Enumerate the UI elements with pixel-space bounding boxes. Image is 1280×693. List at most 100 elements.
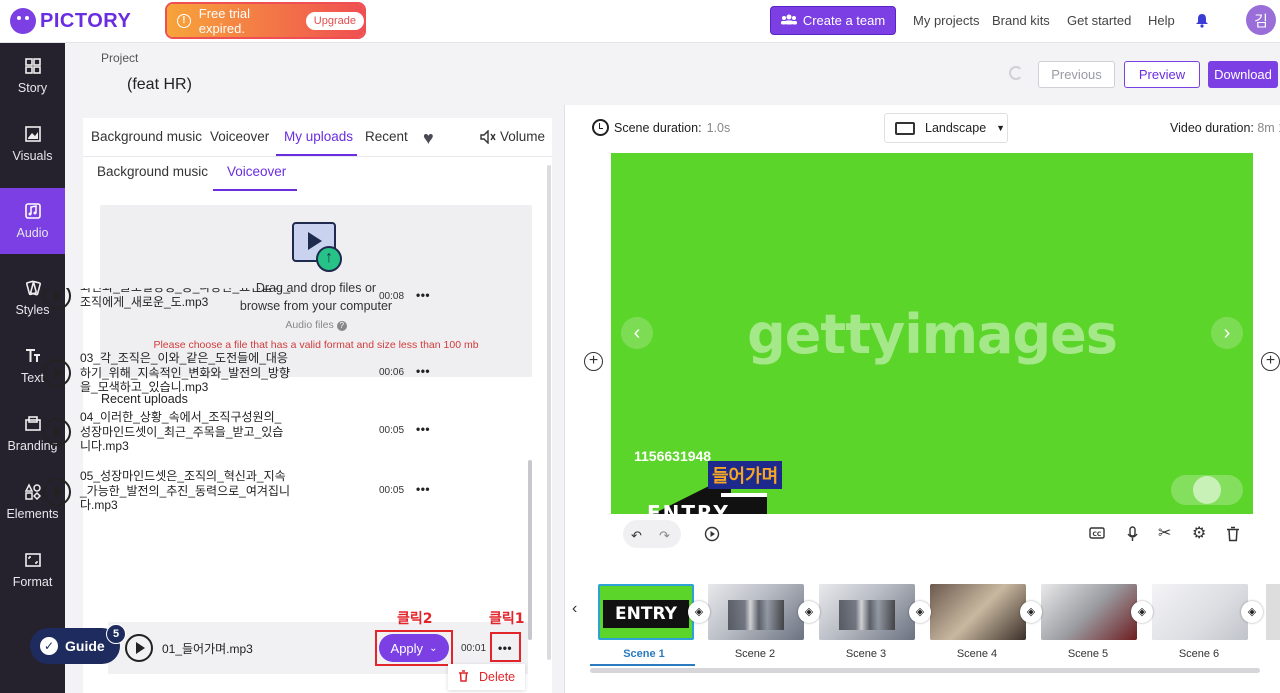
add-scene-before-icon[interactable]: + [584, 352, 603, 371]
sidebar-item-label: Story [17, 81, 48, 95]
layers-icon[interactable]: ◈ [688, 601, 710, 623]
trash-icon[interactable] [1226, 526, 1240, 546]
delete-menu-item[interactable]: Delete [448, 664, 525, 690]
more-options-icon[interactable]: ••• [416, 422, 430, 436]
preview-button[interactable]: Preview [1124, 61, 1200, 88]
next-scene-arrow-icon[interactable]: › [1211, 317, 1243, 349]
play-icon[interactable] [43, 359, 71, 387]
speaker-icon [480, 129, 496, 144]
scene-duration: Scene duration: 1.0s [592, 119, 730, 136]
favorites-heart-icon[interactable]: ♥ [423, 128, 434, 149]
tab-background-music[interactable]: Background music [91, 129, 202, 144]
sidebar-item-story[interactable]: Story [0, 43, 65, 109]
layers-icon[interactable]: ◈ [1241, 601, 1263, 623]
scene-thumb-4[interactable] [930, 584, 1026, 640]
layers-icon[interactable]: ◈ [909, 601, 931, 623]
octopus-logo-icon [10, 8, 36, 34]
play-icon[interactable] [43, 288, 71, 310]
create-team-button[interactable]: Create a team [770, 6, 896, 35]
pictory-logo[interactable]: PICTORY [10, 6, 131, 36]
active-tab-indicator [276, 154, 357, 156]
bell-icon[interactable] [1195, 13, 1209, 28]
upload-duration: 00:01 [461, 643, 487, 654]
mic-icon[interactable] [1193, 476, 1221, 504]
play-icon[interactable] [43, 418, 71, 446]
upload-duration: 00:06 [379, 367, 405, 378]
nav-help[interactable]: Help [1148, 13, 1175, 28]
layers-icon[interactable]: ◈ [1131, 601, 1153, 623]
nav-get-started[interactable]: Get started [1067, 13, 1131, 28]
scene-label-6[interactable]: Scene 6 [1151, 648, 1247, 660]
scene-thumb-6[interactable] [1152, 584, 1248, 640]
more-options-icon[interactable]: ••• [416, 364, 430, 378]
audio-icon [24, 203, 41, 219]
scene-preview-canvas[interactable]: gettyimages ‹ › 1156631948 ENTRY 들어가며 [611, 153, 1253, 514]
orientation-select[interactable]: Landscape ▼ [884, 113, 1008, 143]
download-button[interactable]: Download [1208, 61, 1278, 88]
nav-my-projects[interactable]: My projects [913, 13, 979, 28]
layers-icon[interactable]: ◈ [798, 601, 820, 623]
scene-duration-label: Scene duration: [614, 120, 702, 135]
active-scene-indicator [590, 664, 695, 666]
previous-button[interactable]: Previous [1038, 61, 1115, 88]
play-icon[interactable] [43, 478, 71, 506]
layers-icon[interactable]: ◈ [1020, 601, 1042, 623]
tab-my-uploads[interactable]: My uploads [284, 129, 353, 144]
orientation-value: Landscape [925, 121, 987, 135]
upload-name: 01_들어가며.mp3 [162, 642, 253, 656]
more-options-icon[interactable]: ••• [416, 288, 430, 302]
scissors-icon[interactable]: ✂ [1158, 526, 1171, 542]
captions-cc-icon[interactable]: CC [1089, 526, 1105, 544]
create-team-label: Create a team [802, 13, 886, 28]
more-options-icon[interactable]: ••• [416, 482, 430, 496]
annotation-box-click2 [375, 630, 453, 666]
entry-text: ENTRY [647, 501, 730, 514]
subtab-background-music[interactable]: Background music [97, 164, 208, 179]
scene-duration-value[interactable]: 1.0s [707, 121, 731, 135]
scene-thumb-3[interactable] [819, 584, 915, 640]
scene-label-3[interactable]: Scene 3 [818, 648, 914, 660]
scene-thumb-1[interactable]: ENTRY [598, 584, 694, 640]
timeline-left-arrow-icon[interactable]: ‹ [572, 600, 577, 618]
play-circle-icon[interactable] [704, 526, 720, 546]
scene-thumb-2[interactable] [708, 584, 804, 640]
uploads-list: 회변화_글로벌경쟁_등_다양한_요인들이_조직에게_새로운_도.mp3 00:0… [25, 288, 445, 575]
gear-icon[interactable]: ⚙ [1192, 526, 1206, 542]
panel-scrollbar[interactable] [547, 165, 551, 660]
landscape-icon [895, 121, 915, 135]
voice-settings-icon[interactable] [1125, 526, 1141, 546]
list-item: 05_성장마인드셋은_조직의_혁신과_지속_가능한_발전의_추진_동력으로_여겨… [25, 443, 445, 512]
redo-icon[interactable]: ↷ [659, 528, 670, 544]
play-icon[interactable] [125, 634, 153, 662]
sidebar-item-label: Format [12, 575, 53, 589]
scene-thumb-7-partial[interactable] [1266, 584, 1280, 640]
checkmark-icon: ✓ [40, 637, 58, 655]
scene-label-4[interactable]: Scene 4 [929, 648, 1025, 660]
project-title[interactable]: (feat HR) [127, 76, 192, 94]
timeline-scrollbar[interactable] [590, 668, 1260, 673]
undo-icon[interactable]: ↶ [631, 528, 642, 544]
upgrade-button[interactable]: Upgrade [305, 11, 364, 30]
add-scene-after-icon[interactable]: + [1261, 352, 1280, 371]
tab-voiceover[interactable]: Voiceover [210, 129, 269, 144]
scene-thumb-5[interactable] [1041, 584, 1137, 640]
scene-label-5[interactable]: Scene 5 [1040, 648, 1136, 660]
scene-label-1[interactable]: Scene 1 [596, 648, 692, 660]
trial-text: Free trial expired. [198, 5, 251, 36]
prev-scene-arrow-icon[interactable]: ‹ [621, 317, 653, 349]
user-avatar[interactable]: 김 [1246, 5, 1276, 35]
delete-label: Delete [479, 670, 516, 684]
list-scrollbar[interactable] [528, 460, 532, 640]
video-upload-icon: ↑ [292, 222, 342, 272]
scene-label-2[interactable]: Scene 2 [707, 648, 803, 660]
tab-recent[interactable]: Recent [365, 129, 408, 144]
warning-icon: ! [177, 13, 191, 28]
active-subtab-indicator [213, 189, 297, 191]
video-duration-value: 8m 1 [1257, 121, 1280, 135]
nav-brand-kits[interactable]: Brand kits [992, 13, 1050, 28]
sidebar-item-visuals[interactable]: Visuals [0, 111, 65, 177]
scene-caption[interactable]: 들어가며 [708, 461, 783, 489]
volume-button[interactable]: Volume [480, 129, 545, 144]
subtab-voiceover[interactable]: Voiceover [227, 164, 286, 179]
sidebar-item-audio[interactable]: Audio [0, 188, 65, 254]
